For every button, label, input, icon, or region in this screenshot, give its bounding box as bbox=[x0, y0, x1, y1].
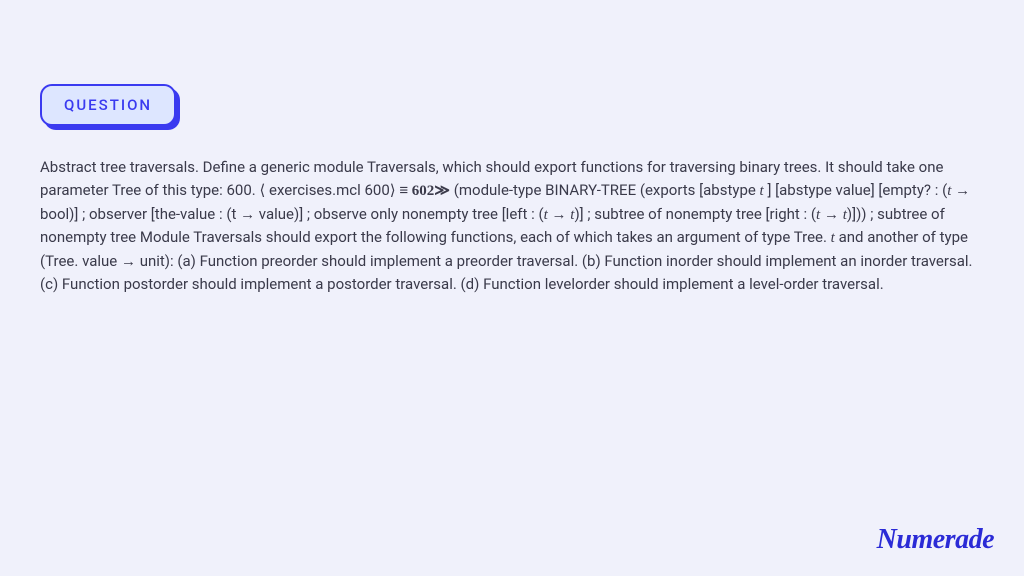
question-badge: QUESTION bbox=[40, 84, 176, 126]
question-text-part: t → t bbox=[544, 207, 575, 223]
question-text-part: )] ; subtree of nonempty tree [right : ( bbox=[574, 205, 816, 223]
question-text-part: t → t bbox=[816, 207, 847, 223]
question-badge-label: QUESTION bbox=[40, 84, 176, 126]
question-text-part: (module-type BINARY-TREE (exports [absty… bbox=[450, 181, 760, 199]
question-body: Abstract tree traversals. Define a gener… bbox=[40, 156, 984, 296]
question-text-part: ⟨ exercises.mcl 600⟩ ≡ bbox=[259, 181, 411, 199]
brand-logo: Numerade bbox=[877, 524, 994, 556]
question-text-part: 602≫ bbox=[412, 183, 450, 199]
question-text-part: ] [abstype value] [empty? : ( bbox=[764, 181, 948, 199]
